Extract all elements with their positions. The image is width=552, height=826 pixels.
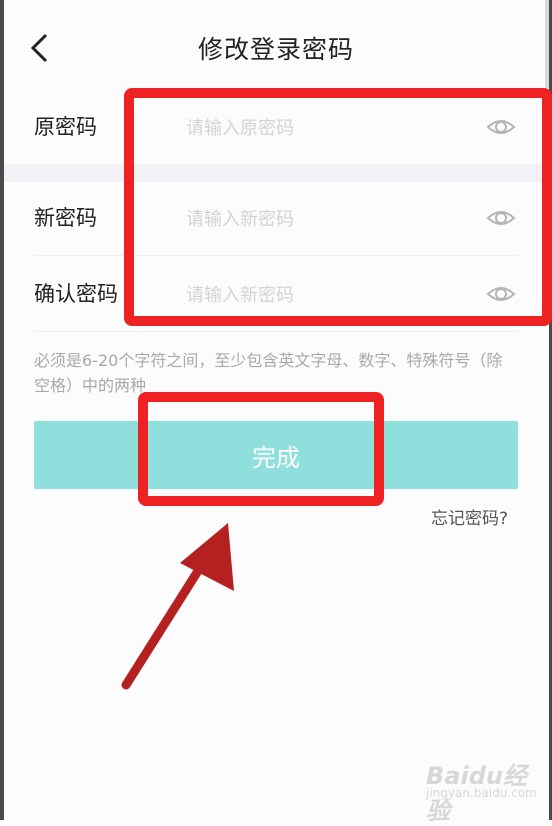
frame-left-border [0, 0, 4, 820]
annotation-arrow [121, 523, 234, 690]
row-divider [34, 331, 518, 332]
forgot-password-link[interactable]: 忘记密码? [431, 504, 508, 529]
watermark-url: jingyan.baidu.com [426, 786, 537, 800]
annotation-box-submit [138, 392, 384, 506]
annotation-box-inputs [124, 88, 552, 326]
new-password-label: 新密码 [34, 206, 97, 230]
confirm-password-label: 确认密码 [34, 282, 118, 306]
baidu-watermark: Baidu经验 jingyan.baidu.com [424, 756, 537, 825]
password-rule-hint: 必须是6-20个字符之间，至少包含英文字母、数字、特殊符号（除空格）中的两种 [34, 351, 503, 395]
original-password-label: 原密码 [34, 115, 97, 139]
page-title: 修改登录密码 [197, 35, 354, 64]
